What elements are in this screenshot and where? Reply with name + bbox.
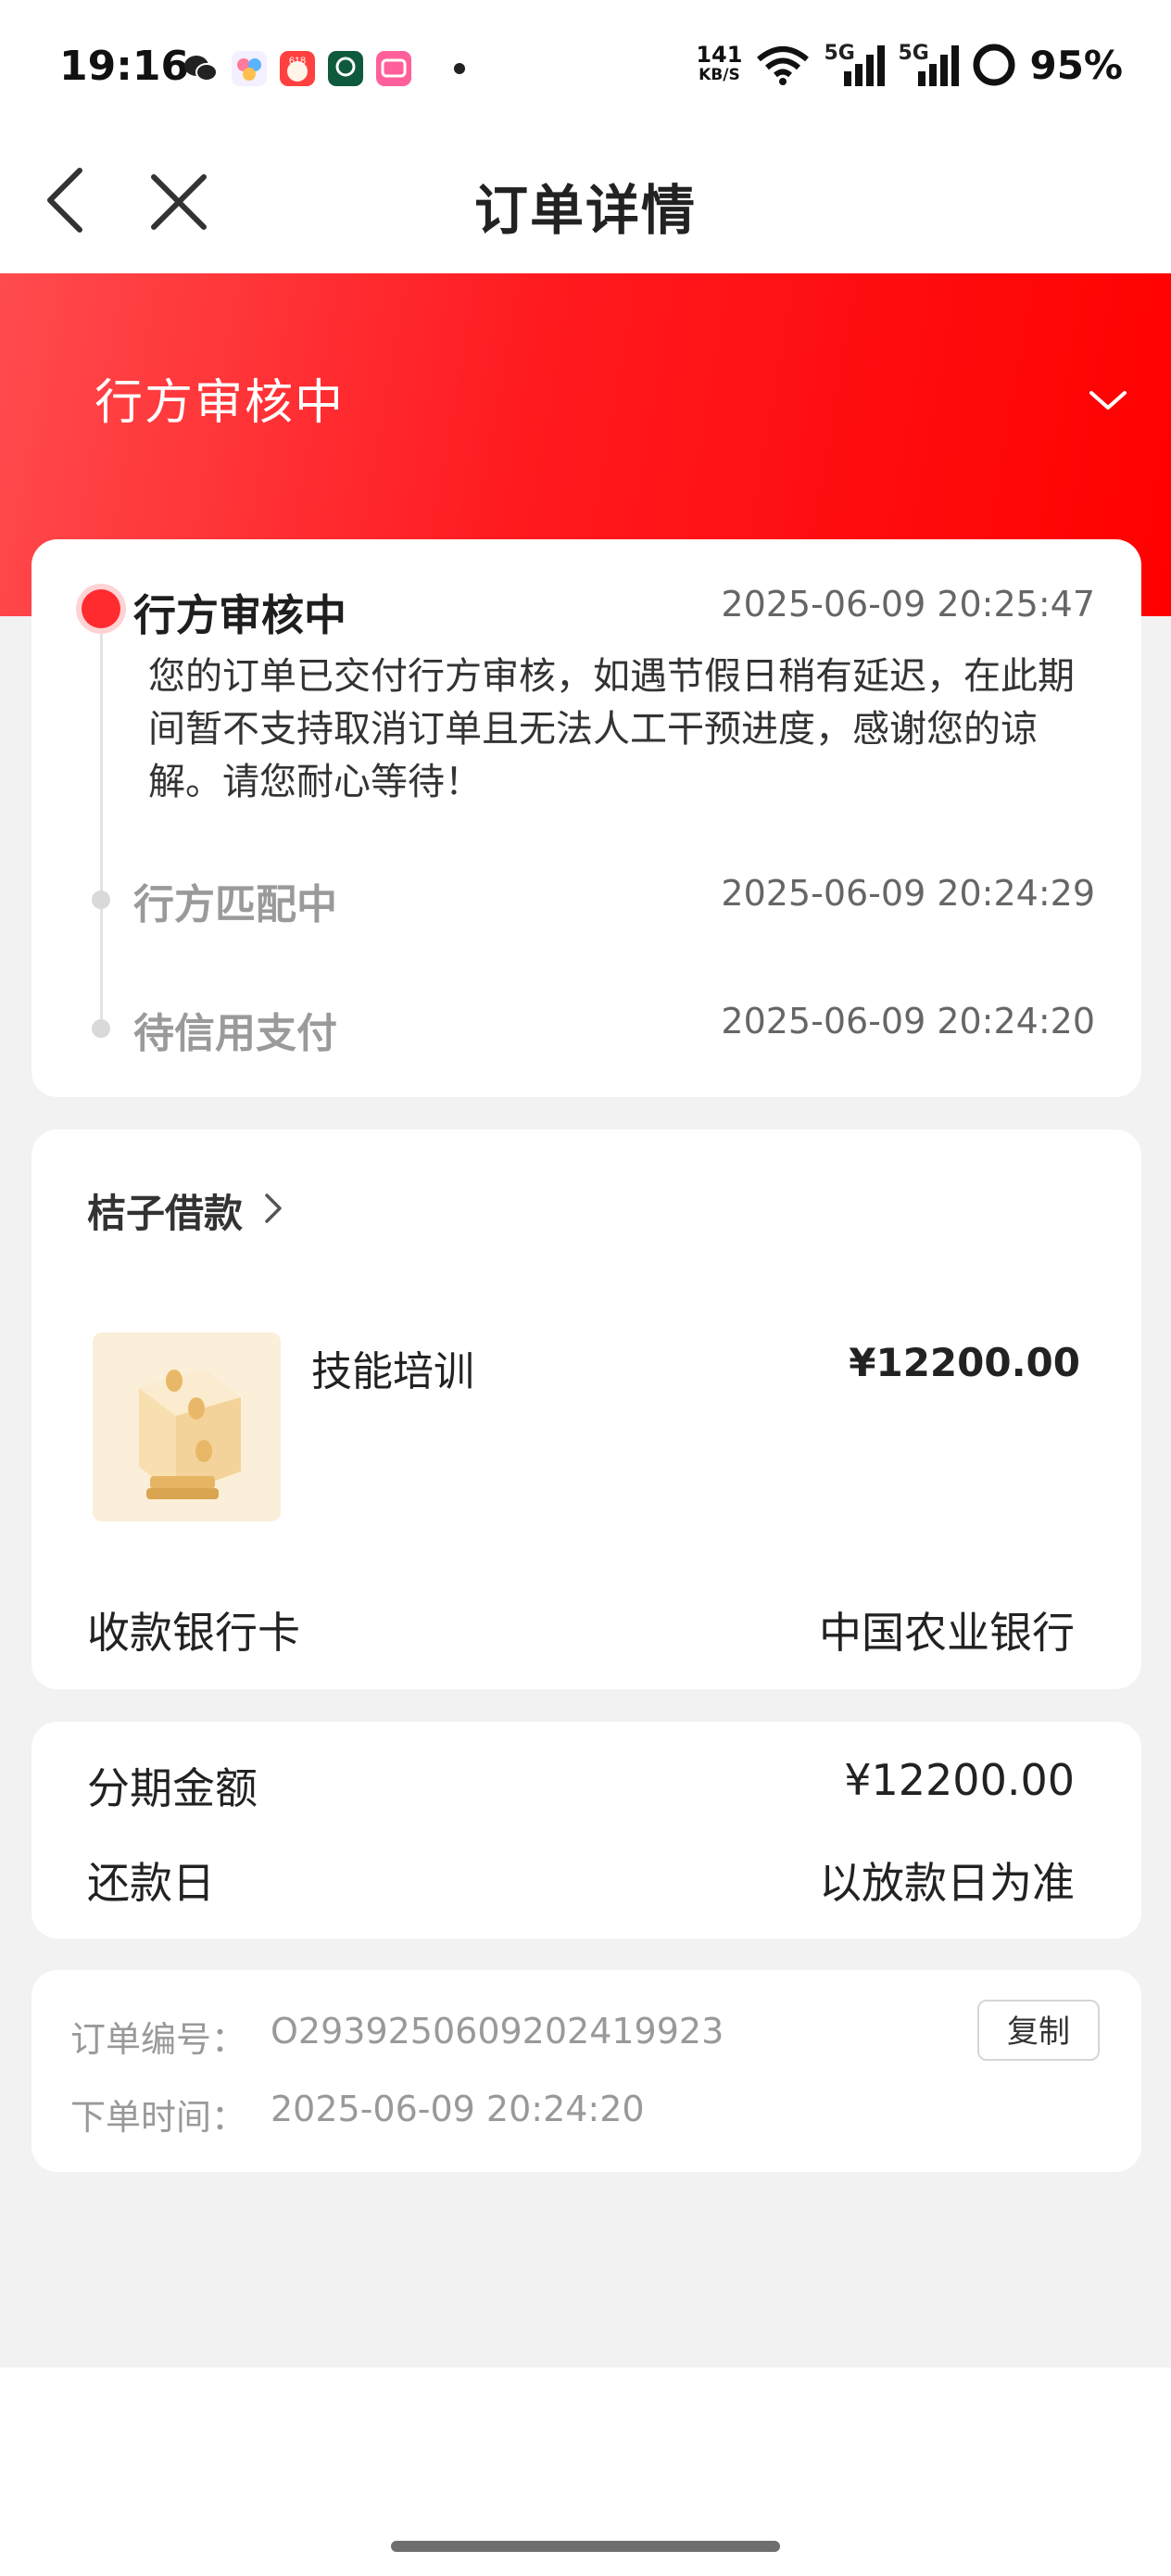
coin-box-illustration (139, 1370, 241, 1499)
timeline-line (100, 612, 103, 1033)
bilibili-icon (376, 51, 411, 86)
order-number-value: O2939250609202419923 (271, 2011, 724, 2052)
system-status-icons: 141 KB/S 5G 5G 95% (696, 39, 1123, 91)
product-image (93, 1332, 281, 1522)
timeline-step-time: 2025-06-09 20:25:47 (721, 584, 1095, 625)
svg-text:618: 618 (289, 56, 306, 67)
product-price: ¥12200.00 (849, 1340, 1080, 1385)
signal-icon (844, 45, 886, 86)
more-notifications-dot (454, 63, 465, 74)
signal-icon (918, 45, 960, 86)
network-speed-unit: KB/S (699, 66, 740, 84)
merchant-name[interactable]: 桔子借款 (87, 1182, 243, 1239)
timeline-step-description: 您的订单已交付行方审核，如遇节假日稍有延迟，在此期间暂不支持取消订单且无法人工干… (148, 655, 1075, 803)
green-app-icon (328, 51, 363, 86)
timeline-step-time: 2025-06-09 20:24:20 (721, 1001, 1095, 1042)
wifi-icon (757, 46, 810, 85)
chevron-right-icon[interactable] (259, 1192, 287, 1225)
repayment-day-label: 还款日 (87, 1858, 215, 1908)
copy-order-number-button[interactable]: 复制 (977, 2000, 1100, 2061)
618-app-icon: 618 (280, 51, 315, 86)
battery-icon (973, 44, 1015, 86)
app-icon (232, 51, 267, 86)
timeline-step-time: 2025-06-09 20:24:29 (721, 873, 1095, 914)
timeline-dot-active (82, 589, 120, 628)
network-speed: 141 KB/S (696, 44, 742, 85)
timeline-step-title: 行方匹配中 (133, 881, 337, 928)
order-number-label: 订单编号： (70, 2019, 247, 2060)
network-speed-value: 141 (696, 42, 743, 68)
wechat-icon (184, 56, 218, 82)
order-time-value: 2025-06-09 20:24:20 (271, 2089, 645, 2129)
product-name: 技能培训 (311, 1348, 474, 1395)
installment-amount-label: 分期金额 (87, 1763, 258, 1813)
battery-percent: 95% (1029, 42, 1123, 88)
timeline-step-title: 行方审核中 (133, 590, 346, 640)
signal-5g-1: 5G (824, 42, 886, 88)
bank-card-label: 收款银行卡 (87, 1608, 300, 1658)
notification-icons: 618 (182, 48, 413, 89)
timeline-dot (92, 1019, 110, 1038)
order-time-label: 下单时间： (70, 2097, 247, 2138)
bank-card-value: 中国农业银行 (819, 1608, 1075, 1658)
timeline-dot (92, 890, 110, 909)
page-title: 订单详情 (473, 179, 697, 242)
status-header-title: 行方审核中 (94, 375, 346, 431)
timeline-step-title: 待信用支付 (133, 1010, 337, 1057)
home-gesture-bar[interactable] (391, 2541, 780, 2552)
order-meta-card (31, 1970, 1141, 2172)
signal-5g-2: 5G (898, 42, 960, 88)
installment-amount-value: ¥12200.00 (844, 1755, 1075, 1805)
repayment-day-value: 以放款日为准 (819, 1858, 1075, 1908)
status-time: 19:16 (59, 43, 190, 90)
chevron-down-icon[interactable] (1086, 378, 1130, 423)
